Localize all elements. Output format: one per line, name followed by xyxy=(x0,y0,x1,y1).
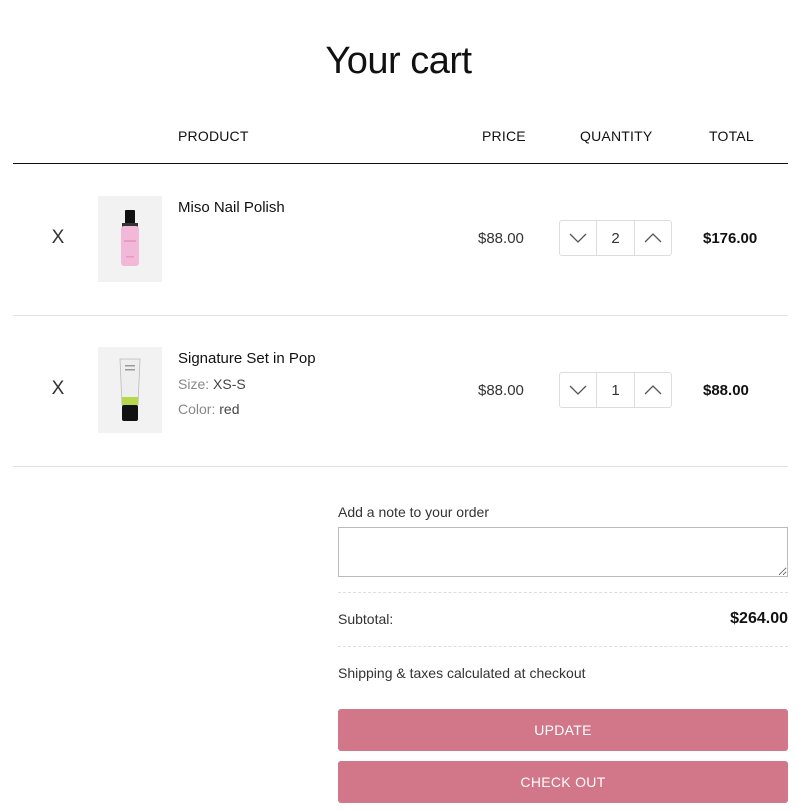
product-name[interactable]: Signature Set in Pop xyxy=(178,350,316,367)
header-quantity: QUANTITY xyxy=(580,128,653,144)
order-note-label: Add a note to your order xyxy=(338,504,489,520)
header-product: PRODUCT xyxy=(178,128,249,144)
quantity-input[interactable]: 1 xyxy=(596,373,635,407)
subtotal-value: $264.00 xyxy=(730,610,788,627)
quantity-input[interactable]: 2 xyxy=(596,221,635,255)
size-label: Size: xyxy=(178,376,210,392)
quantity-stepper: 2 xyxy=(559,220,672,256)
decrease-quantity-button[interactable] xyxy=(560,221,596,255)
chevron-up-icon xyxy=(644,385,662,395)
item-price: $88.00 xyxy=(478,230,524,247)
chevron-down-icon xyxy=(569,233,587,243)
update-button[interactable]: UPDATE xyxy=(338,709,788,751)
quantity-stepper: 1 xyxy=(559,372,672,408)
product-image[interactable] xyxy=(98,347,162,433)
color-value: red xyxy=(219,401,240,417)
increase-quantity-button[interactable] xyxy=(635,373,671,407)
chevron-down-icon xyxy=(569,385,587,395)
page-title: Your cart xyxy=(325,40,472,82)
product-name[interactable]: Miso Nail Polish xyxy=(178,199,285,216)
tube-product-icon xyxy=(119,358,141,421)
product-image[interactable] xyxy=(98,196,162,282)
checkout-button[interactable]: CHECK OUT xyxy=(338,761,788,803)
item-price: $88.00 xyxy=(478,382,524,399)
color-label: Color: xyxy=(178,401,216,417)
divider xyxy=(338,646,788,647)
decrease-quantity-button[interactable] xyxy=(560,373,596,407)
pink-nail-polish-bottle-icon xyxy=(121,210,139,266)
product-size: Size: XS-S xyxy=(178,376,246,392)
shipping-note: Shipping & taxes calculated at checkout xyxy=(338,665,586,681)
cart-item-row: X Miso Nail Polish $88.00 2 $176.00 xyxy=(13,164,788,316)
cart-table-header: PRODUCT PRICE QUANTITY TOTAL xyxy=(13,120,788,164)
item-total: $176.00 xyxy=(703,230,758,247)
remove-item-button[interactable]: X xyxy=(48,378,68,400)
product-color: Color: red xyxy=(178,401,239,417)
order-note-textarea[interactable] xyxy=(338,527,788,577)
size-value: XS-S xyxy=(213,376,246,392)
divider xyxy=(338,592,788,593)
chevron-up-icon xyxy=(644,233,662,243)
cart-item-row: X Signature Set in Pop Size: XS-S Color:… xyxy=(13,315,788,467)
header-price: PRICE xyxy=(482,128,526,144)
subtotal-label: Subtotal: xyxy=(338,611,394,627)
item-total: $88.00 xyxy=(703,382,749,399)
remove-item-button[interactable]: X xyxy=(48,227,68,249)
header-total: TOTAL xyxy=(709,128,754,144)
increase-quantity-button[interactable] xyxy=(635,221,671,255)
